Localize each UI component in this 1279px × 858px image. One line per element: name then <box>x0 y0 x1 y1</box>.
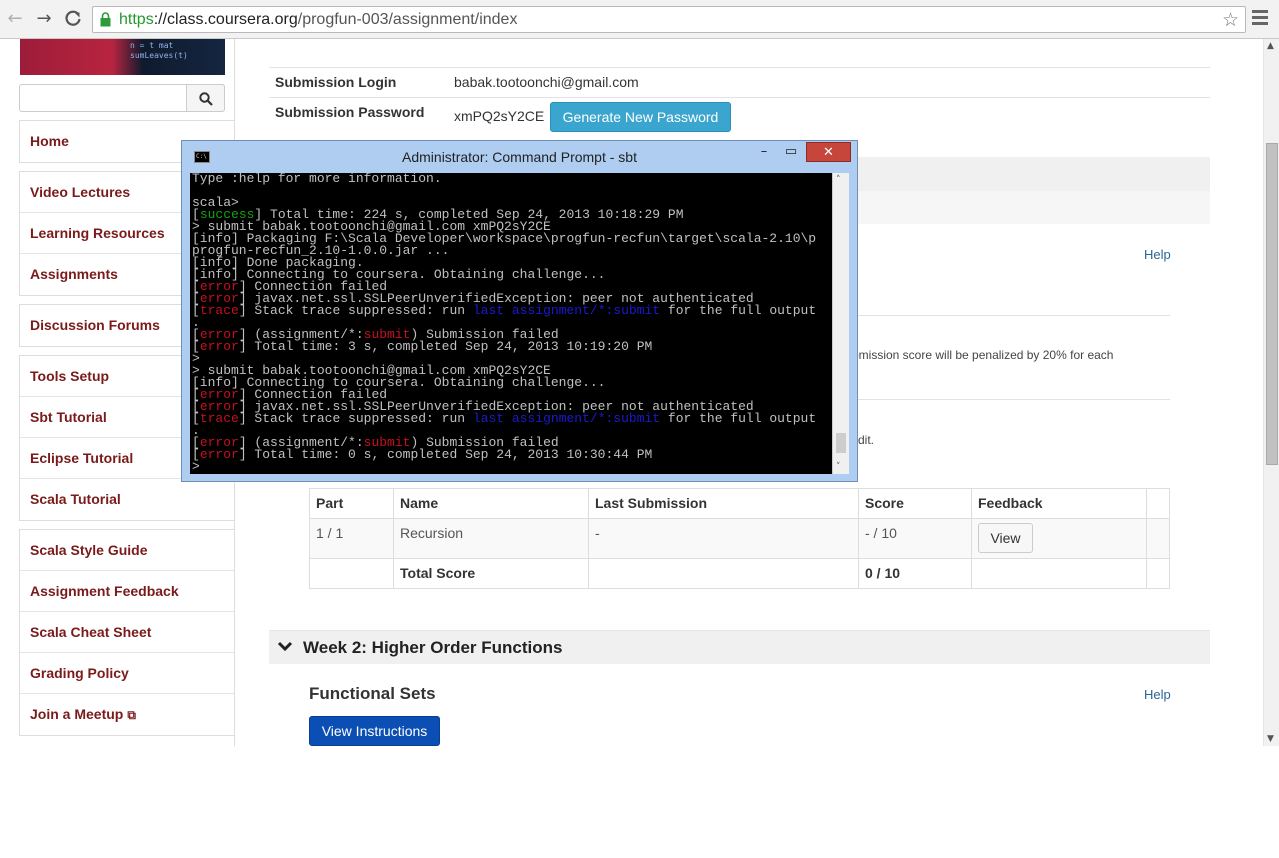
week-2-header[interactable]: Week 2: Higher Order Functions <box>269 630 1210 664</box>
sidebar-item-scala-style-guide[interactable]: Scala Style Guide <box>20 530 234 571</box>
console-scrollbar[interactable]: ˄ ˅ <box>832 173 849 474</box>
back-arrow-icon[interactable]: ← <box>4 8 26 30</box>
edit-note: dit. <box>858 433 875 447</box>
search-button[interactable] <box>186 84 225 112</box>
maximize-button[interactable]: ▭ <box>779 142 803 162</box>
lock-icon <box>100 12 111 27</box>
divider <box>269 67 1210 68</box>
column-header-name: Name <box>394 489 589 518</box>
submission-table: Part Name Last Submission Score Feedback… <box>309 488 1170 589</box>
url-scheme: https <box>119 11 154 28</box>
sidebar-item-grading-policy[interactable]: Grading Policy <box>20 653 234 694</box>
browser-menu-icon[interactable] <box>1252 10 1268 28</box>
scroll-up-icon[interactable]: ˄ <box>836 175 841 185</box>
table-header-row: Part Name Last Submission Score Feedback <box>310 489 1169 519</box>
generate-password-button[interactable]: Generate New Password <box>550 102 731 132</box>
submission-login-label: Submission Login <box>275 74 397 90</box>
week-2-title: Week 2: Higher Order Functions <box>303 638 563 657</box>
search-input[interactable] <box>19 84 225 112</box>
divider <box>858 315 1170 316</box>
sidebar-item-label: Join a Meetup <box>30 706 124 722</box>
total-score-value: 0 / 10 <box>859 559 972 588</box>
divider <box>269 97 1210 98</box>
cell-part: 1 / 1 <box>310 519 394 558</box>
total-score-label: Total Score <box>394 559 589 588</box>
console-output[interactable]: Type :help for more information. scala>[… <box>190 173 849 474</box>
cell-name: Recursion <box>394 519 589 558</box>
window-titlebar[interactable]: C:\ Administrator: Command Prompt - sbt … <box>182 141 857 173</box>
scrollbar-thumb[interactable] <box>836 433 846 453</box>
cell-score: - / 10 <box>859 519 972 558</box>
table-total-row: Total Score 0 / 10 <box>310 559 1169 588</box>
course-logo: n = t mat sumLeaves(t) <box>20 39 225 75</box>
cell-empty <box>310 559 394 588</box>
forward-arrow-icon[interactable]: → <box>33 8 55 30</box>
sidebar-item-join-a-meetup[interactable]: Join a Meetup ⧉ <box>20 694 234 735</box>
column-header-feedback: Feedback <box>972 489 1147 518</box>
console-line: [error] Total time: 0 s, completed Sep 2… <box>192 447 653 462</box>
external-link-icon: ⧉ <box>127 708 136 722</box>
close-button[interactable]: ✕ <box>806 142 851 162</box>
divider <box>858 399 1170 400</box>
scroll-down-icon[interactable]: ˅ <box>836 462 841 472</box>
console-line: Type :help for more information. <box>192 173 442 186</box>
column-header-score: Score <box>859 489 972 518</box>
console-line: [trace] Stack trace suppressed: run last… <box>192 411 817 426</box>
submission-password-value: xmPQ2sY2CE <box>454 108 545 124</box>
sidebar-item-scala-cheat-sheet[interactable]: Scala Cheat Sheet <box>20 612 234 653</box>
cell-last-submission: - <box>589 519 859 558</box>
penalty-note: bmission score will be penalized by 20% … <box>852 348 1114 362</box>
minimize-button[interactable]: – <box>752 142 776 162</box>
cell-empty <box>972 559 1147 588</box>
chevron-down-icon <box>277 641 293 652</box>
address-bar[interactable]: https://class.coursera.org/progfun-003/a… <box>92 6 1246 33</box>
sidebar-item-assignment-feedback[interactable]: Assignment Feedback <box>20 571 234 612</box>
console-line: [error] Total time: 3 s, completed Sep 2… <box>192 339 653 354</box>
assignment-title: Functional Sets <box>309 684 436 703</box>
scroll-up-icon[interactable]: ▲ <box>1267 41 1274 51</box>
cell-feedback: View <box>972 519 1147 558</box>
help-link[interactable]: Help <box>1144 687 1171 702</box>
view-feedback-button[interactable]: View <box>978 523 1033 553</box>
reload-icon[interactable] <box>62 8 84 30</box>
browser-toolbar: ← → https://class.coursera.org/progfun-0… <box>0 0 1279 39</box>
help-link[interactable]: Help <box>1144 247 1171 262</box>
console-line: [trace] Stack trace suppressed: run last… <box>192 303 817 318</box>
console-line: > <box>192 459 200 474</box>
column-header-last-submission: Last Submission <box>589 489 859 518</box>
submission-password-label: Submission Password <box>275 104 425 120</box>
url-text: https://class.coursera.org/progfun-003/a… <box>119 11 517 29</box>
command-prompt-window[interactable]: C:\ Administrator: Command Prompt - sbt … <box>181 140 858 482</box>
url-host: ://class.coursera.org <box>153 11 298 28</box>
cell-empty <box>589 559 859 588</box>
sidebar-item-scala-tutorial[interactable]: Scala Tutorial <box>20 479 234 520</box>
column-header-part: Part <box>310 489 394 518</box>
view-instructions-button[interactable]: View Instructions <box>309 716 440 746</box>
submission-login-value: babak.tootoonchi@gmail.com <box>454 74 639 90</box>
url-path: /progfun-003/assignment/index <box>297 11 518 28</box>
bookmark-star-icon[interactable]: ☆ <box>1222 9 1239 31</box>
console-text: Type :help for more information. scala>[… <box>192 173 832 473</box>
scroll-down-icon[interactable]: ▼ <box>1267 734 1274 744</box>
scrollbar-thumb[interactable] <box>1266 143 1278 465</box>
page-scrollbar[interactable]: ▲ ▼ <box>1263 39 1279 746</box>
sidebar-group-resources: Scala Style Guide Assignment Feedback Sc… <box>19 529 234 736</box>
table-row: 1 / 1 Recursion - - / 10 View <box>310 519 1169 559</box>
search-icon <box>199 92 213 106</box>
